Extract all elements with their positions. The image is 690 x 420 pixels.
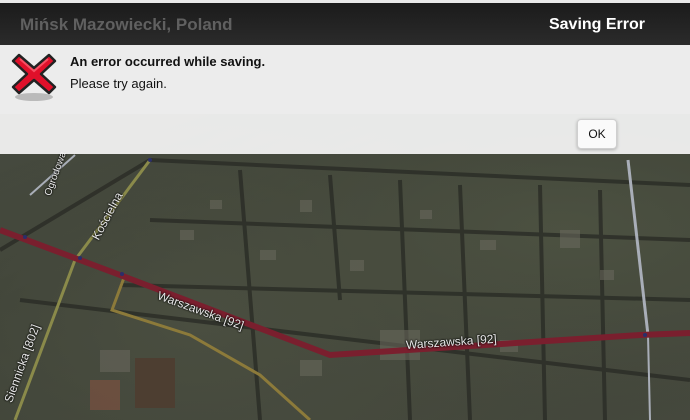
dialog-footer: OK	[0, 114, 690, 154]
dialog-title: Saving Error	[548, 16, 645, 33]
error-dialog: An error occurred while saving. Please t…	[0, 45, 690, 114]
location-title: Mińsk Mazowiecki, Poland	[20, 15, 233, 34]
error-heading: An error occurred while saving.	[70, 54, 266, 69]
ok-button[interactable]: OK	[577, 119, 617, 149]
error-message: Please try again.	[70, 76, 167, 91]
top-bar: Mińsk Mazowiecki, Poland Saving Error	[0, 0, 690, 45]
error-x-icon	[11, 51, 57, 108]
